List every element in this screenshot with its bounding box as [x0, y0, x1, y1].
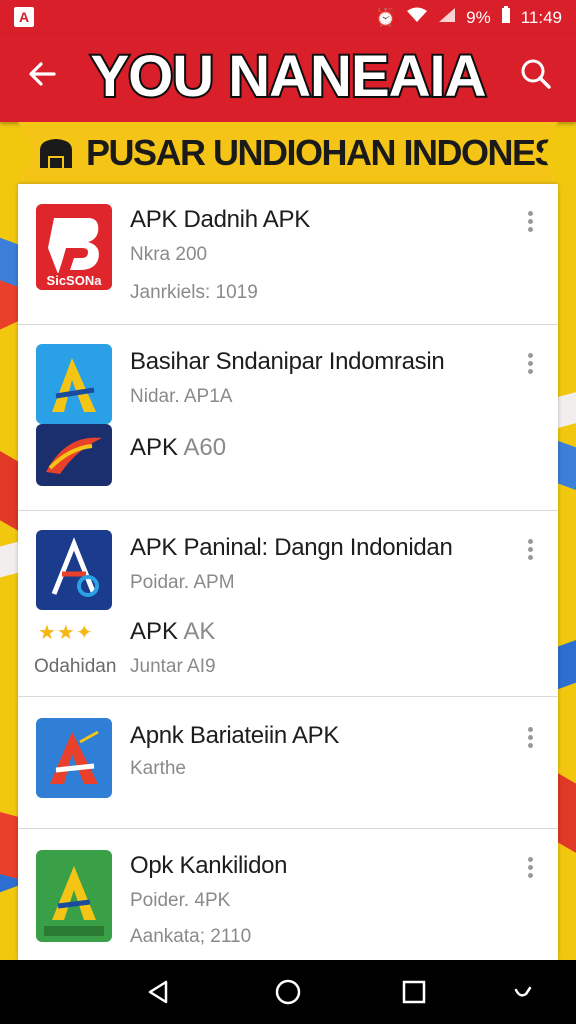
- logo-a-icon: [52, 358, 96, 412]
- nav-home-button[interactable]: [270, 974, 306, 1010]
- app-icon-secondary: [36, 424, 112, 486]
- swoosh-icon: [46, 437, 102, 474]
- status-time: 11:49: [520, 7, 562, 27]
- nav-recents-button[interactable]: [396, 974, 432, 1010]
- banner-title: PUSAR UNDIOHAN INDONESIA: [86, 132, 576, 173]
- more-options-button[interactable]: [520, 722, 540, 752]
- nav-keyboard-button[interactable]: [506, 974, 542, 1010]
- category-banner[interactable]: PUSAR UNDIOHAN INDONESIA: [18, 122, 558, 184]
- app-meta-2: APK A60: [130, 434, 226, 462]
- alarm-icon: ⏰: [374, 7, 397, 27]
- app-notification-icon: A: [14, 7, 34, 27]
- nav-back-button[interactable]: [140, 974, 176, 1010]
- app-icon: [36, 530, 112, 610]
- more-options-button[interactable]: [520, 348, 540, 378]
- app-list: SicSONa APK Dadnih APK Nkra 200 Janrkiel…: [18, 184, 558, 960]
- app-name: Opk Kankilidon: [130, 852, 288, 879]
- app-meta-2-value: AK: [183, 618, 216, 645]
- logo-a-red-icon: [50, 730, 99, 784]
- list-item[interactable]: SicSONa APK Dadnih APK Nkra 200 Janrkiel…: [18, 184, 558, 325]
- list-item[interactable]: Opk Kankilidon Poider. 4PK Aankata; 2110: [18, 828, 558, 960]
- signal-icon: [438, 7, 456, 28]
- app-meta-2-label: APK: [130, 434, 179, 461]
- app-meta-2: Aankata; 2110: [130, 926, 252, 947]
- more-options-button[interactable]: [520, 206, 540, 236]
- status-icons: ⏰ 9% 11:49: [375, 6, 562, 29]
- back-triangle-icon: [148, 980, 168, 1004]
- app-icon: [36, 718, 112, 798]
- app-icon: [36, 850, 112, 942]
- app-name: Apnk Bariateiin APK: [130, 722, 340, 749]
- rating-stars: ★★✦: [38, 622, 94, 644]
- more-options-button[interactable]: [520, 534, 540, 564]
- app-name: APK Dadnih APK: [130, 206, 310, 233]
- app-icon-caption: SicSONa: [36, 273, 112, 288]
- recents-square-icon: [402, 980, 426, 1004]
- app-meta: Karthe: [130, 758, 186, 779]
- app-meta-2: APK AK: [130, 618, 215, 646]
- keyboard-icon: [514, 986, 532, 997]
- more-options-button[interactable]: [520, 852, 540, 882]
- app-meta-2-label: APK: [130, 618, 179, 645]
- list-item[interactable]: Basihar Sndanipar Indomrasin Nidar. AP1A…: [18, 324, 558, 511]
- list-item[interactable]: ★★✦ Odahidan APK Paninal: Dangn Indonida…: [18, 510, 558, 697]
- search-button[interactable]: [514, 52, 558, 96]
- app-title: YOU NANEAIA: [88, 42, 488, 111]
- system-nav-bar: [0, 960, 576, 1024]
- app-name: Basihar Sndanipar Indomrasin: [130, 348, 445, 375]
- app-meta-2-value: A60: [183, 434, 227, 461]
- wifi-icon: [406, 7, 428, 28]
- developer-label: Odahidan: [34, 656, 117, 677]
- logo-a-green-icon: [44, 866, 104, 936]
- battery-percent: 9%: [466, 7, 491, 27]
- back-button[interactable]: [20, 52, 64, 96]
- app-name: APK Paninal: Dangn Indonidan: [130, 534, 453, 561]
- logo-a-swirl-icon: [51, 537, 99, 597]
- app-icon: SicSONa: [36, 204, 112, 290]
- app-meta-3: Juntar AI9: [130, 656, 216, 677]
- battery-icon: [501, 6, 511, 29]
- arrow-left-icon: [29, 62, 56, 86]
- search-icon: [521, 59, 551, 89]
- app-meta: Poider. 4PK: [130, 890, 231, 911]
- app-meta: Nidar. AP1A: [130, 386, 233, 407]
- status-bar: A ⏰ 9% 11:49: [0, 0, 576, 34]
- home-circle-icon: [275, 979, 301, 1005]
- app-bar: YOU NANEAIA: [0, 34, 576, 122]
- app-icon: [36, 344, 112, 424]
- store-icon: [40, 139, 72, 168]
- list-item[interactable]: Apnk Bariateiin APK Karthe: [18, 696, 558, 829]
- app-meta: Poidar. APM: [130, 572, 235, 593]
- app-meta: Nkra 200: [130, 244, 208, 265]
- app-meta-2: Janrkiels: 1019: [130, 282, 258, 303]
